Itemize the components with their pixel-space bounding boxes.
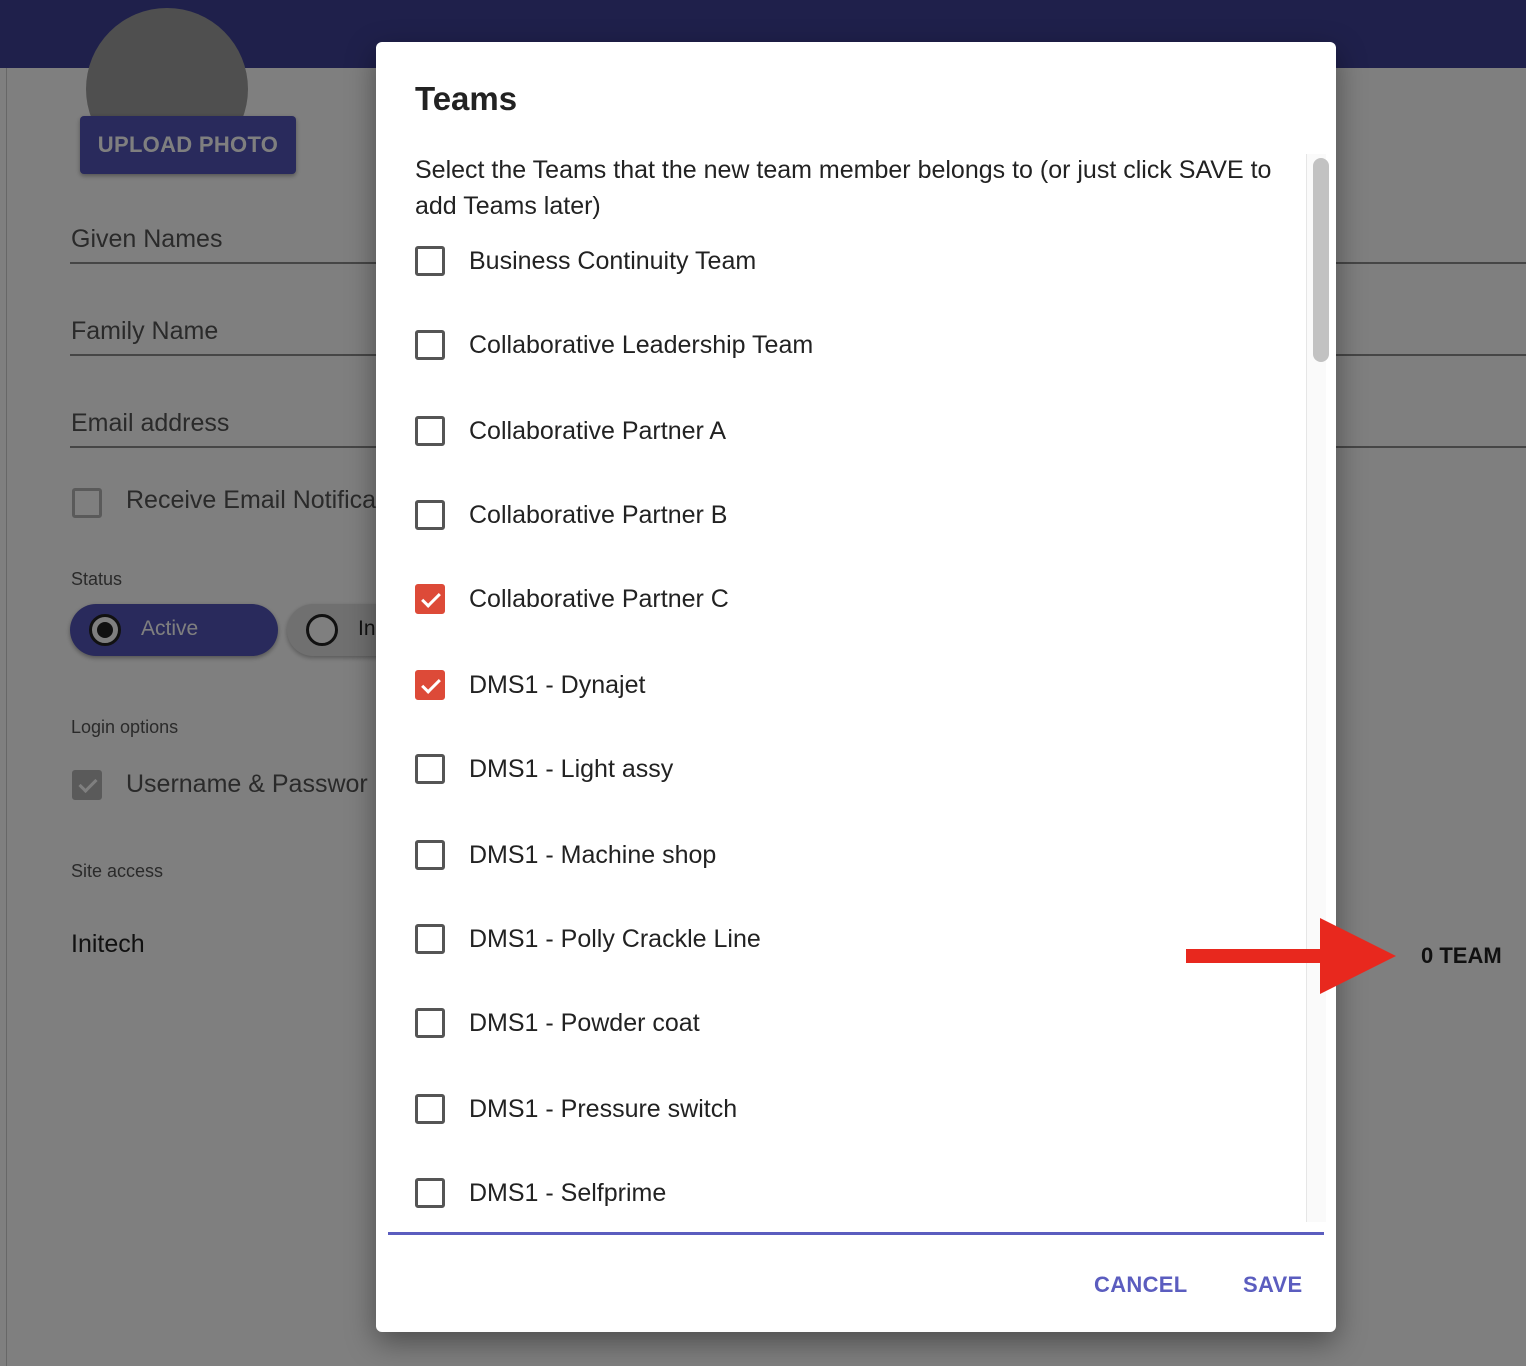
dialog-footer-divider xyxy=(388,1232,1324,1235)
team-label: Business Continuity Team xyxy=(469,247,757,275)
dialog-instructions: Select the Teams that the new team membe… xyxy=(415,156,1272,220)
checkbox-icon xyxy=(415,416,445,446)
team-item-dms1-polly-crackle-line[interactable]: DMS1 - Polly Crackle Line xyxy=(415,921,1275,961)
dialog-body: Select the Teams that the new team membe… xyxy=(376,152,1336,1222)
team-item-dms1-light-assy[interactable]: DMS1 - Light assy xyxy=(415,751,1275,791)
team-item-dms1-dynajet[interactable]: DMS1 - Dynajet xyxy=(415,667,1275,707)
checkbox-icon xyxy=(415,500,445,530)
team-label: DMS1 - Selfprime xyxy=(469,1179,667,1207)
team-label: DMS1 - Powder coat xyxy=(469,1009,700,1037)
team-item-dms1-selfprime[interactable]: DMS1 - Selfprime xyxy=(415,1175,1275,1215)
team-label: DMS1 - Pressure switch xyxy=(469,1095,738,1123)
dialog-title: Teams xyxy=(415,80,518,117)
team-item-business-continuity-team[interactable]: Business Continuity Team xyxy=(415,243,1275,283)
checkbox-icon xyxy=(415,1094,445,1124)
team-label: Collaborative Partner C xyxy=(469,585,729,613)
team-label: DMS1 - Machine shop xyxy=(469,841,717,869)
team-label: DMS1 - Dynajet xyxy=(469,671,646,699)
team-item-dms1-powder-coat[interactable]: DMS1 - Powder coat xyxy=(415,1005,1275,1045)
checkbox-icon xyxy=(415,754,445,784)
cancel-button[interactable]: CANCEL xyxy=(1094,1272,1187,1298)
team-count-label: 0 TEAM xyxy=(1421,943,1502,968)
teams-dialog: Teams Select the Teams that the new team… xyxy=(376,42,1336,1332)
checkbox-icon xyxy=(415,246,445,276)
team-label: Collaborative Partner A xyxy=(469,417,727,445)
team-item-dms1-pressure-switch[interactable]: DMS1 - Pressure switch xyxy=(415,1091,1275,1131)
team-item-dms1-machine-shop[interactable]: DMS1 - Machine shop xyxy=(415,837,1275,877)
team-label: DMS1 - Polly Crackle Line xyxy=(469,925,761,953)
save-button[interactable]: SAVE xyxy=(1243,1272,1302,1298)
checkbox-icon xyxy=(415,840,445,870)
checkbox-icon xyxy=(415,1178,445,1208)
checkbox-checked-icon xyxy=(415,584,445,614)
checkbox-icon xyxy=(415,924,445,954)
checkbox-icon xyxy=(415,1008,445,1038)
team-item-collaborative-partner-b[interactable]: Collaborative Partner B xyxy=(415,497,1275,537)
team-label: Collaborative Leadership Team xyxy=(469,331,814,359)
team-item-collaborative-partner-a[interactable]: Collaborative Partner A xyxy=(415,413,1275,453)
scrollbar-thumb[interactable] xyxy=(1313,158,1329,362)
checkbox-checked-icon xyxy=(415,670,445,700)
team-item-collaborative-partner-c[interactable]: Collaborative Partner C xyxy=(415,581,1275,621)
team-label: Collaborative Partner B xyxy=(469,501,728,529)
annotation-arrow-icon xyxy=(1186,918,1396,994)
checkbox-icon xyxy=(415,330,445,360)
team-label: DMS1 - Light assy xyxy=(469,755,674,783)
team-item-collaborative-leadership-team[interactable]: Collaborative Leadership Team xyxy=(415,327,1275,367)
